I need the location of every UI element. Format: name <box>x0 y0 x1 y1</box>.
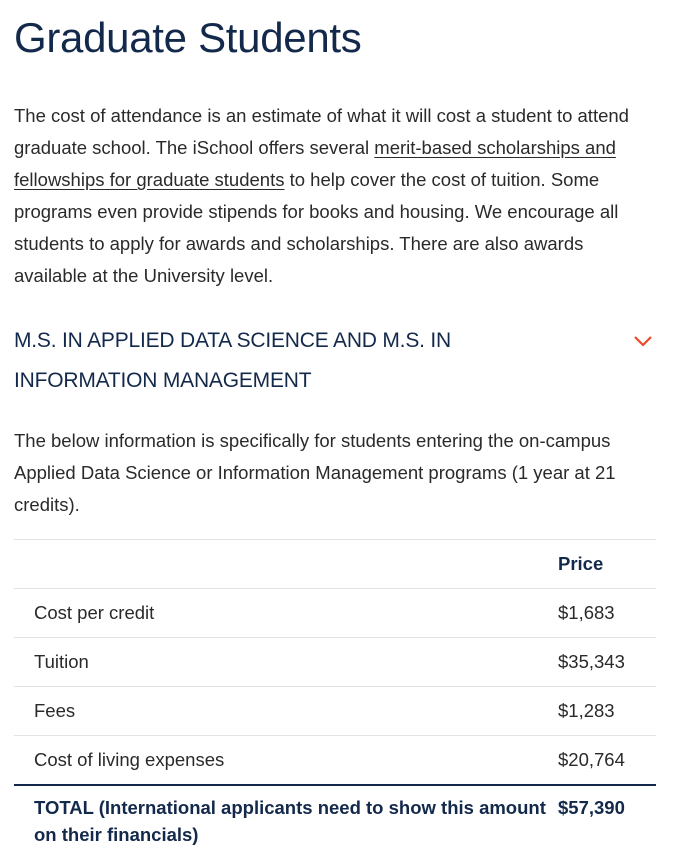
accordion-title: M.S. IN APPLIED DATA SCIENCE AND M.S. IN… <box>14 329 451 392</box>
program-accordion: M.S. IN APPLIED DATA SCIENCE AND M.S. IN… <box>14 321 656 848</box>
row-price-cost-per-credit: $1,683 <box>558 588 656 638</box>
cost-table: Price Cost per credit $1,683 Tuition $35… <box>14 539 656 848</box>
table-header-price: Price <box>558 539 656 589</box>
chevron-down-icon[interactable] <box>632 333 654 349</box>
table-header-row: Price <box>14 539 656 589</box>
table-row: Cost per credit $1,683 <box>14 588 656 638</box>
row-price-living-expenses: $20,764 <box>558 735 656 785</box>
total-label: TOTAL (International applicants need to … <box>14 784 558 848</box>
table-header-label <box>14 539 558 589</box>
table-total-row: TOTAL (International applicants need to … <box>14 784 656 848</box>
accordion-header[interactable]: M.S. IN APPLIED DATA SCIENCE AND M.S. IN… <box>14 321 656 401</box>
row-price-fees: $1,283 <box>558 686 656 736</box>
page-content: Graduate Students The cost of attendance… <box>14 0 656 848</box>
row-label-fees: Fees <box>14 686 558 736</box>
row-label-cost-per-credit: Cost per credit <box>14 588 558 638</box>
intro-paragraph: The cost of attendance is an estimate of… <box>14 100 656 292</box>
table-row: Tuition $35,343 <box>14 637 656 687</box>
row-price-tuition: $35,343 <box>558 637 656 687</box>
row-label-living-expenses: Cost of living expenses <box>14 735 558 785</box>
row-label-tuition: Tuition <box>14 637 558 687</box>
page-title: Graduate Students <box>14 14 362 61</box>
total-price: $57,390 <box>558 784 656 848</box>
table-row: Fees $1,283 <box>14 686 656 736</box>
program-description: The below information is specifically fo… <box>14 430 616 515</box>
table-row: Cost of living expenses $20,764 <box>14 735 656 785</box>
